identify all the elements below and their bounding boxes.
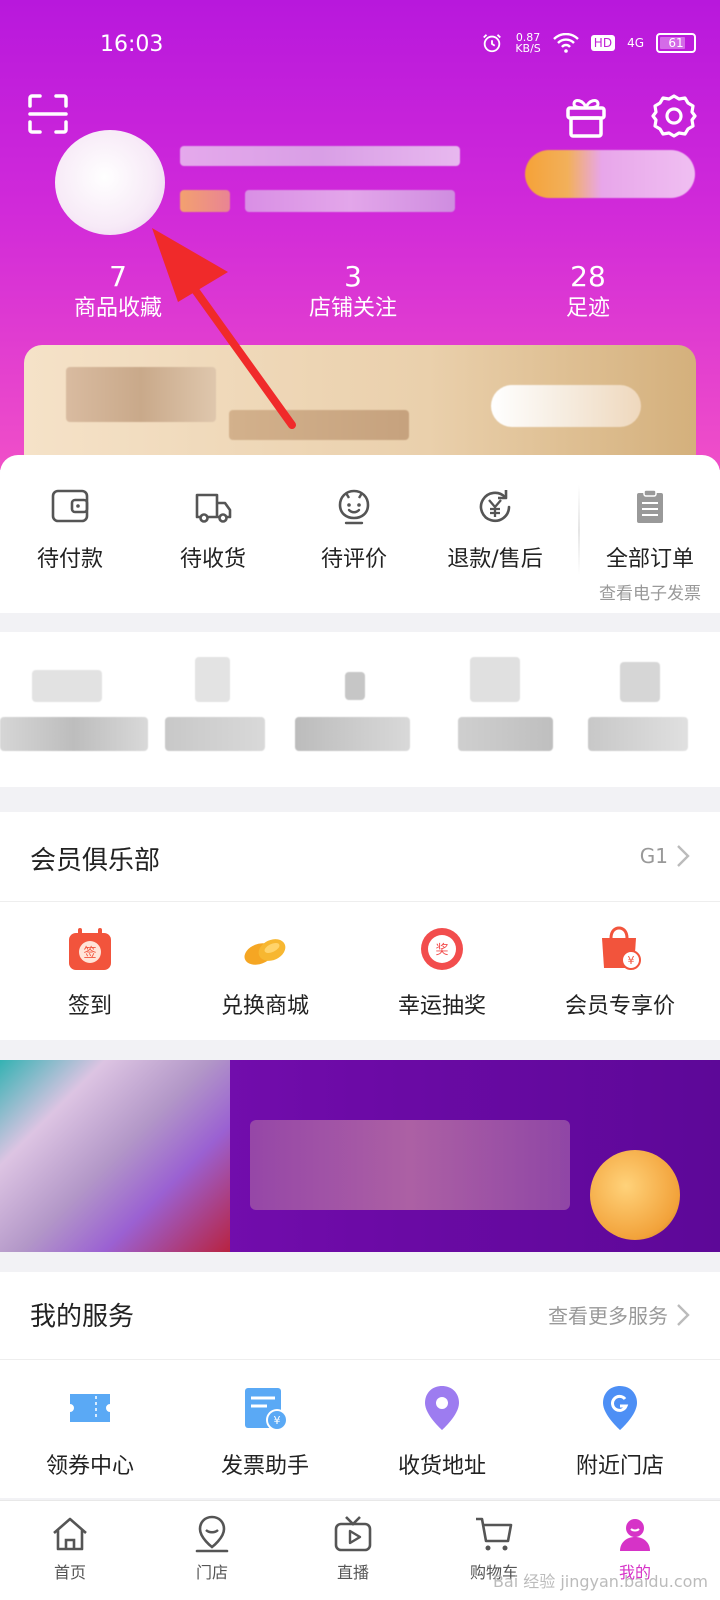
promo-item-blurred[interactable] [32, 670, 102, 702]
order-refund-aftersale[interactable]: 退款/售后 [425, 485, 565, 573]
alarm-icon [483, 34, 502, 53]
club-exchange-mall[interactable]: 兑换商城 [185, 924, 345, 1020]
service-nearby-stores[interactable]: 附近门店 [540, 1382, 700, 1480]
member-card-text-blurred [229, 410, 409, 440]
signal-indicator: 4G [627, 36, 644, 50]
stat-favorites[interactable]: 7 商品收藏 [18, 260, 218, 324]
services-more-link[interactable]: 查看更多服务 [548, 1300, 690, 1329]
user-stats: 7 商品收藏 3 店铺关注 28 足迹 [0, 260, 720, 330]
user-info-blurred [180, 190, 230, 212]
svg-text:¥: ¥ [274, 1414, 281, 1427]
scan-icon[interactable] [26, 92, 70, 136]
services-header: 我的服务 查看更多服务 [0, 1272, 720, 1360]
profile-header: 16:03 0.87 KB/S HD 4G 61 7 商品收藏 3 店铺关注 2… [0, 0, 720, 470]
home-icon [53, 1517, 87, 1551]
club-lucky-draw[interactable]: 奖 幸运抽奖 [362, 924, 522, 1020]
location-icon [425, 1386, 459, 1430]
hd-badge: HD [590, 35, 616, 51]
promo-item-blurred[interactable] [345, 672, 365, 700]
promo-item-blurred[interactable] [470, 657, 520, 702]
member-card-text-blurred [66, 367, 216, 422]
user-info-blurred [245, 190, 455, 212]
promo-item-blurred[interactable] [295, 717, 410, 751]
watermark: Bai 经验 jingyan.baidu.com [492, 1572, 708, 1591]
promo-item-blurred[interactable] [165, 717, 265, 751]
club-member-price[interactable]: ¥ 会员专享价 [540, 924, 700, 1020]
promo-item-blurred[interactable] [588, 717, 688, 751]
smile-icon [338, 489, 370, 525]
live-tv-icon [334, 1516, 372, 1552]
battery-indicator: 61 [656, 33, 696, 53]
banner-text-blurred [250, 1120, 570, 1210]
lottery-icon: 奖 [421, 928, 463, 970]
nav-store[interactable]: 门店 [162, 1513, 262, 1583]
stat-followed-stores[interactable]: 3 店铺关注 [253, 260, 453, 324]
member-club-header[interactable]: 会员俱乐部 G1 [0, 812, 720, 902]
nav-live[interactable]: 直播 [303, 1513, 403, 1583]
store-icon [195, 1515, 229, 1553]
clipboard-icon [637, 489, 663, 523]
net-speed: 0.87 KB/S [515, 31, 541, 55]
promo-item-blurred[interactable] [0, 717, 148, 751]
member-club-items: 签 签到 兑换商城 奖 幸运抽奖 ¥ 会员专享价 [0, 902, 720, 1040]
truck-icon [195, 493, 232, 523]
chevron-right-icon [677, 1303, 690, 1326]
nav-home[interactable]: 首页 [20, 1513, 120, 1583]
bottom-nav: 首页 门店 直播 购物车 我的 Bai 经验 jingyan.baidu.com [0, 1500, 720, 1600]
calendar-sign-icon: 签 [69, 928, 111, 970]
service-invoice-assistant[interactable]: ¥ 发票助手 [185, 1382, 345, 1480]
invoice-icon: ¥ [245, 1388, 288, 1431]
promo-banner[interactable] [0, 1060, 720, 1252]
promo-row-blurred [0, 632, 720, 787]
profile-icon [620, 1519, 650, 1551]
order-pending-review[interactable]: 待评价 [284, 485, 424, 573]
member-card[interactable] [24, 345, 696, 455]
store-g-icon [603, 1386, 637, 1430]
promo-item-blurred[interactable] [458, 717, 553, 751]
banner-coin-blurred [590, 1150, 680, 1240]
wifi-icon [552, 33, 579, 53]
member-level[interactable]: G1 [640, 844, 690, 868]
chevron-right-icon [677, 845, 690, 867]
service-shipping-address[interactable]: 收货地址 [362, 1382, 522, 1480]
gear-icon[interactable] [650, 92, 698, 140]
promo-item-blurred[interactable] [195, 657, 230, 702]
orders-section: 待付款 待收货 待评价 退款/售后 全部订单 查看电子发票 [0, 455, 720, 613]
banner-character-blurred [0, 1060, 230, 1252]
shopping-bag-icon: ¥ [602, 926, 641, 970]
service-coupon-center[interactable]: 领券中心 [10, 1382, 170, 1480]
svg-text:¥: ¥ [628, 954, 635, 967]
svg-text:奖: 奖 [435, 943, 448, 958]
gift-icon[interactable] [562, 92, 610, 140]
services-title: 我的服务 [30, 1302, 135, 1332]
avatar[interactable] [55, 130, 165, 235]
order-pending-payment[interactable]: 待付款 [0, 485, 140, 573]
status-bar: 16:03 0.87 KB/S HD 4G 61 [0, 28, 720, 64]
status-icons: 0.87 KB/S HD 4G 61 [481, 32, 696, 54]
coins-icon [244, 939, 286, 965]
status-time: 16:03 [100, 32, 164, 57]
coupon-icon [70, 1394, 110, 1422]
svg-text:签: 签 [83, 945, 96, 961]
username-blurred [180, 146, 460, 166]
club-sign-in[interactable]: 签 签到 [10, 924, 170, 1020]
member-card-button-blurred[interactable] [491, 385, 641, 427]
promo-item-blurred[interactable] [620, 662, 660, 702]
order-pending-receipt[interactable]: 待收货 [143, 485, 283, 573]
services-items: 领券中心 ¥ 发票助手 收货地址 附近门店 [0, 1360, 720, 1498]
invoice-link[interactable]: 查看电子发票 [580, 579, 720, 604]
member-club-title: 会员俱乐部 [30, 846, 161, 876]
stat-footprints[interactable]: 28 足迹 [488, 260, 688, 324]
order-all[interactable]: 全部订单 查看电子发票 [580, 485, 720, 604]
cart-icon [476, 1517, 513, 1551]
wallet-icon [51, 489, 89, 523]
membership-badge-blurred[interactable] [525, 150, 695, 198]
refund-icon [479, 490, 511, 523]
